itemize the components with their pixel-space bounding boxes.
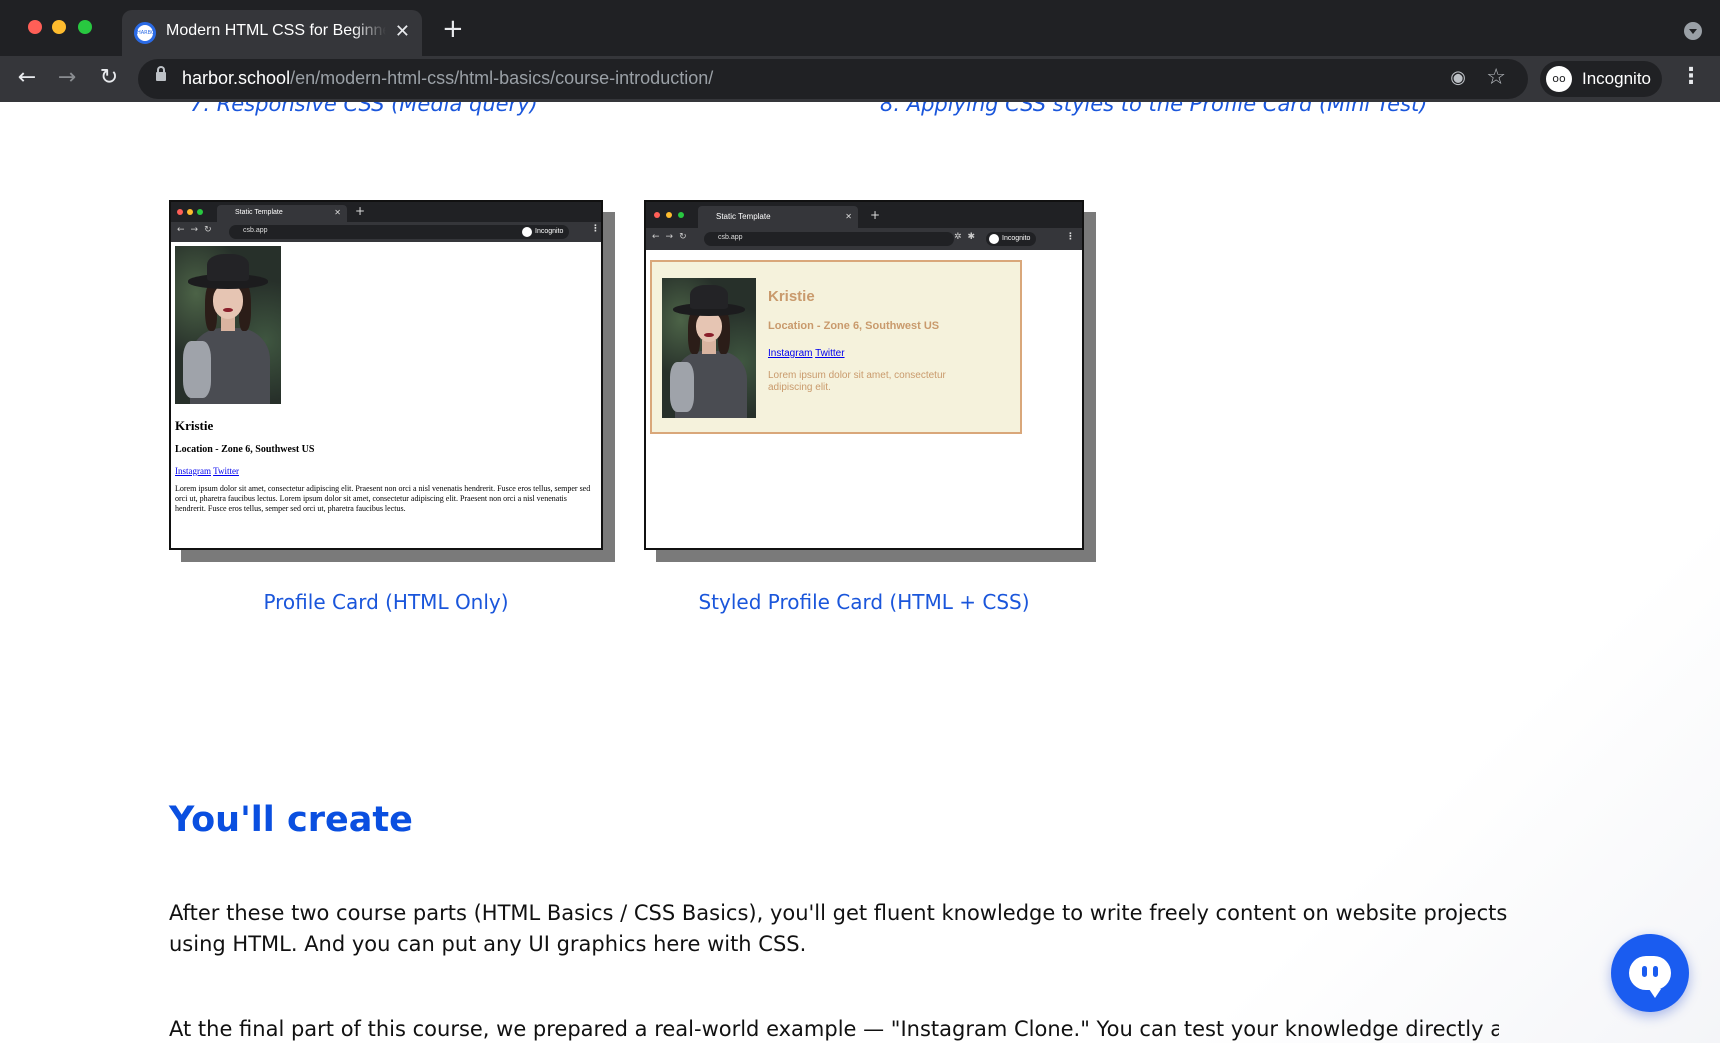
toc-link-applying-css-styles[interactable]: 8. Applying CSS styles to the Profile Ca… [880,102,1427,116]
new-tab-button[interactable]: + [442,14,464,44]
twitter-link: Twitter [213,466,239,476]
page-content: 7. Responsive CSS (Media query) 8. Apply… [0,102,1720,1043]
photo-sleeve [669,362,694,413]
profile-name: Kristie [175,418,214,433]
harbor-school-favicon-icon: HARBOR SCHOOL [134,22,156,44]
profile-card-caption-link[interactable]: Profile Card (HTML Only) [169,590,603,614]
mini-kebab-icon: ⋮ [1066,232,1075,242]
section-title: You'll create [169,800,413,840]
mini-tab: Static Template ✕ [698,206,858,228]
incognito-icon: oo [1546,66,1572,92]
chat-widget-button[interactable] [1611,934,1689,1012]
mini-browser-tab-strip: Static Template ✕ + [171,202,601,222]
close-window-button[interactable] [28,20,42,34]
mini-url: csb.app [243,227,268,234]
profile-links: Instagram Twitter [175,466,239,476]
reload-icon[interactable]: ↻ [92,62,126,96]
instagram-link: Instagram [768,348,813,359]
mini-tab-close-icon: ✕ [334,208,341,217]
mini-tab-title: Static Template [235,209,283,216]
active-tab[interactable]: HARBOR SCHOOL Modern HTML CSS for Beginn… [122,10,422,56]
url-path: /en/modern-html-css/html-basics/course-i… [290,68,714,88]
url-text[interactable]: harbor.school/en/modern-html-css/html-ba… [182,68,713,89]
incognito-label: Incognito [1582,69,1651,88]
tab-title: Modern HTML CSS for Beginners [166,22,386,39]
styled-profile-card-caption-link[interactable]: Styled Profile Card (HTML + CSS) [644,590,1084,614]
profile-bio: Lorem ipsum dolor sit amet, consectetur … [768,370,946,393]
mini-address-bar: csb.app [704,232,954,246]
kebab-menu-icon[interactable]: ⋮ [1680,64,1702,89]
lock-icon[interactable] [156,66,166,81]
toc-link-responsive-css[interactable]: 7. Responsive CSS (Media query) [190,102,538,116]
chat-eye-icon [1642,966,1647,977]
chat-bubble-icon [1629,956,1671,998]
mini-nav-icons: ←→↻ [177,225,218,235]
profile-photo [662,278,756,418]
styled-card-box: Kristie Location - Zone 6, Southwest US … [650,260,1022,434]
mini-incognito: Incognito [519,225,570,239]
profile-bio: Lorem ipsum dolor sit amet, consectetur … [175,484,591,513]
incognito-profile-button[interactable]: oo Incognito [1540,61,1662,97]
mini-browser-tab-strip: Static Template ✕ + [646,202,1082,228]
url-host: harbor.school [182,68,291,88]
mini-browser-toolbar: ←→↻ csb.app ✲✱ Incognito ⋮ [646,228,1082,250]
star-icon[interactable]: ☆ [1486,65,1506,90]
photo-sleeve [183,340,212,398]
mini-incognito: Incognito [986,232,1037,246]
minimize-window-button[interactable] [52,20,66,34]
mini-address-bar: csb.app [229,225,529,239]
mini-nav-icons: ←→↻ [652,232,693,242]
mini-close-dot [177,209,183,215]
section-paragraph: After these two course parts (HTML Basic… [169,901,1508,956]
mini-minimize-dot [187,209,193,215]
photo-hat [690,285,728,309]
photo-hat [206,253,250,281]
mini-new-tab-icon: + [870,208,881,222]
twitter-link: Twitter [815,348,845,359]
profile-location: Location - Zone 6, Southwest US [175,444,315,455]
tab-search-icon[interactable] [1684,22,1702,40]
chat-eye-icon [1653,966,1658,977]
instagram-link: Instagram [175,466,211,476]
mini-browser-toolbar: ←→↻ csb.app Incognito ⋮ [171,222,601,242]
profile-photo [175,246,281,404]
maximize-window-button[interactable] [78,20,92,34]
section-paragraph: At the final part of this course, we pre… [169,1017,1499,1041]
mini-maximize-dot [678,212,684,218]
back-icon[interactable]: ← [10,62,44,96]
profile-location: Location - Zone 6, Southwest US [768,320,940,332]
photo-lips [704,332,714,337]
mini-url: csb.app [718,234,743,241]
mini-close-dot [654,212,660,218]
profile-name: Kristie [768,288,815,305]
mini-maximize-dot [197,209,203,215]
mini-tab-title: Static Template [716,212,771,221]
mini-extension-icons: ✲✱ [954,232,982,242]
address-bar[interactable]: harbor.school/en/modern-html-css/html-ba… [138,59,1528,99]
browser-tab-strip: HARBOR SCHOOL Modern HTML CSS for Beginn… [0,0,1720,56]
mini-new-tab-icon: + [355,204,366,218]
forward-icon[interactable]: → [50,62,84,96]
browser-toolbar: ← → ↻ harbor.school/en/modern-html-css/h… [0,56,1720,102]
tab-close-icon[interactable]: ✕ [395,21,410,42]
card-frame: Static Template ✕ + ←→↻ csb.app ✲✱ Incogn… [644,200,1084,550]
profile-links: Instagram Twitter [768,348,845,359]
mini-tab: Static Template ✕ [217,205,347,222]
mini-minimize-dot [666,212,672,218]
card-frame: Static Template ✕ + ←→↻ csb.app Incognito… [169,200,603,550]
eye-off-icon[interactable]: ◉ [1450,67,1466,88]
mini-tab-close-icon: ✕ [845,212,852,221]
mini-kebab-icon: ⋮ [591,224,600,234]
photo-face [213,283,243,319]
